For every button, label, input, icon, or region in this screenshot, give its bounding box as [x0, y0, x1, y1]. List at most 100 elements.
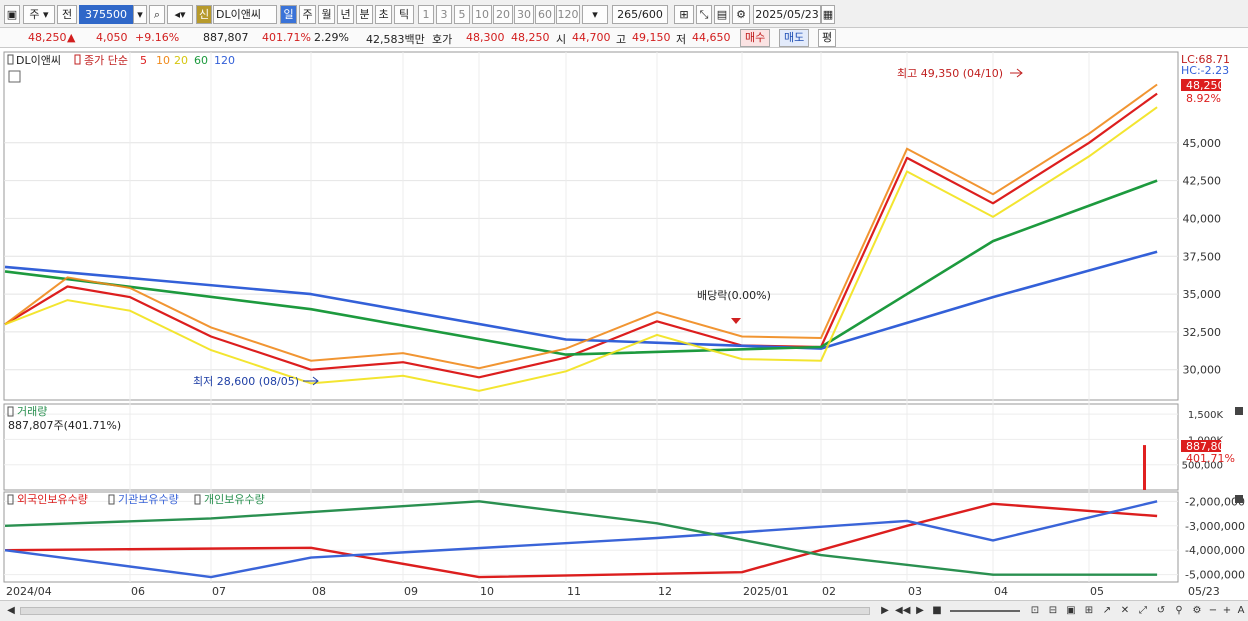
search-icon[interactable]: ⌕ — [149, 5, 165, 24]
tool5-icon[interactable]: ⚙ — [1190, 604, 1204, 618]
zoom-in-icon[interactable]: + — [1220, 604, 1234, 618]
sell-button[interactable]: 매도 — [779, 29, 810, 47]
x-tick-label: 04 — [994, 585, 1008, 598]
scope-button[interactable]: 전 — [57, 5, 77, 24]
period-week[interactable]: 주 — [299, 5, 316, 24]
tool4-icon[interactable]: ⚲ — [1172, 604, 1186, 618]
ma20-label: 20 — [174, 54, 188, 67]
calendar-icon[interactable]: ▦ — [821, 5, 835, 24]
rewind-icon[interactable]: ◀◀ — [895, 604, 910, 618]
save-icon[interactable]: ▤ — [714, 5, 730, 24]
horizontal-scrollbar[interactable]: ◀ ▶ ◀◀ ▶ ■ ⊡ ⊟ ▣ ⊞ ↗ ✕ ⤢ ↺ ⚲ ⚙ − + A — [0, 600, 1248, 621]
chart-area[interactable]: 30,000 32,500 35,000 37,500 40,000 42,500 45,0… — [0, 48, 1248, 600]
zoom-out-icon[interactable]: − — [1206, 604, 1220, 618]
x-tick-label: 11 — [567, 585, 581, 598]
zoom-slider[interactable] — [950, 610, 1020, 612]
code-dropdown-icon[interactable]: ▾ — [133, 5, 147, 24]
x-tick-label: 09 — [404, 585, 418, 598]
interval-3[interactable]: 3 — [436, 5, 452, 24]
volume-pct-text: 401.71% — [1186, 452, 1235, 465]
crosshair-icon[interactable]: ⤡ — [696, 5, 712, 24]
layout2-icon[interactable]: ⊟ — [1046, 604, 1060, 618]
period-second[interactable]: 초 — [375, 5, 392, 24]
volume-title: 거래량 — [17, 405, 47, 418]
volume-tick-label: 1,500K — [1188, 410, 1224, 421]
interval-30[interactable]: 30 — [514, 5, 534, 24]
period-tick[interactable]: 틱 — [394, 5, 414, 24]
tool3-icon[interactable]: ↺ — [1154, 604, 1168, 618]
change-percent: +9.16% — [135, 31, 180, 44]
stock-legend: DL이앤씨 — [16, 54, 61, 67]
interval-20[interactable]: 20 — [493, 5, 513, 24]
scroll-right-icon[interactable]: ▶ — [878, 604, 892, 618]
candle-icon[interactable]: ⊞ — [674, 5, 694, 24]
ma120-label: 120 — [214, 54, 235, 67]
gear-icon[interactable]: ⚙ — [732, 5, 750, 24]
price-tick-label: 45,000 — [1183, 137, 1222, 150]
layout4-icon[interactable]: ⊞ — [1082, 604, 1096, 618]
code-input[interactable]: 375500 — [79, 5, 133, 24]
count-value: 265 — [617, 8, 639, 21]
foreign-label: 외국인보유수량 — [17, 493, 88, 506]
sound-icon[interactable]: ◂▾ — [167, 5, 193, 24]
holdings-close-icon[interactable] — [1235, 495, 1243, 503]
x-tick-label: 2024/04 — [6, 585, 52, 598]
turnover-rate: 2.29% — [314, 31, 349, 44]
interval-120[interactable]: 120 — [556, 5, 580, 24]
period-month[interactable]: 월 — [318, 5, 335, 24]
draw-icon[interactable]: ↗ — [1100, 604, 1114, 618]
layout-icon[interactable]: ▣ — [4, 5, 20, 24]
market-label: 주 — [29, 8, 40, 21]
market-select[interactable]: 주 ▾ — [23, 5, 55, 24]
table-toggle-icon[interactable] — [8, 70, 21, 83]
cross-icon[interactable]: ✕ — [1118, 604, 1132, 618]
price-tick-label: 30,000 — [1183, 364, 1222, 377]
tool2-icon[interactable]: ⤢ — [1136, 604, 1150, 618]
x-tick-label: 06 — [131, 585, 145, 598]
volume-close-icon[interactable] — [1235, 407, 1243, 415]
date-input[interactable]: 2025/05/23 — [753, 5, 821, 24]
open-label: 시 — [556, 33, 567, 46]
ma5-label: 5 — [140, 54, 147, 67]
stop-icon[interactable]: ■ — [930, 604, 944, 618]
interval-10[interactable]: 10 — [472, 5, 492, 24]
price-tick-label: 42,500 — [1183, 175, 1222, 188]
x-tick-label: 07 — [212, 585, 226, 598]
quote-bar: 48,250 ▲ 4,050 +9.16% 887,807 401.71% 2.… — [0, 28, 1248, 48]
average-button[interactable]: 평 — [818, 29, 837, 47]
price-tag-text: 48,250 — [1186, 79, 1225, 92]
high-label: 고 — [616, 33, 627, 46]
dividend-annotation: 배당락(0.00%) — [697, 289, 771, 302]
period-year[interactable]: 년 — [337, 5, 354, 24]
volume-bar-last — [1143, 445, 1146, 490]
ma10-label: 10 — [156, 54, 170, 67]
interval-60[interactable]: 60 — [535, 5, 555, 24]
buy-button[interactable]: 매수 — [740, 29, 771, 47]
scroll-left-icon[interactable]: ◀ — [4, 604, 18, 618]
holdings-tick-label: -3,000,000 — [1185, 520, 1245, 533]
ask-price: 48,300 — [466, 31, 505, 44]
inst-label: 기관보유수량 — [118, 493, 179, 506]
scroll-track[interactable] — [20, 607, 870, 615]
interval-1[interactable]: 1 — [418, 5, 434, 24]
low-annotation: 최저 28,600 (08/05) — [193, 375, 299, 388]
ma60-label: 60 — [194, 54, 208, 67]
x-tick-label: 10 — [480, 585, 494, 598]
interval-5[interactable]: 5 — [454, 5, 470, 24]
x-tick-label: 03 — [908, 585, 922, 598]
count-field[interactable]: 265/600 — [612, 5, 668, 24]
volume-panel — [3, 403, 1179, 491]
layout3-icon[interactable]: ▣ — [1064, 604, 1078, 618]
stock-name[interactable]: DL이앤씨 — [213, 5, 277, 24]
price-change: 4,050 — [96, 31, 128, 44]
period-day[interactable]: 일 — [280, 5, 297, 24]
frame-icon[interactable]: ⊡ — [1028, 604, 1042, 618]
holdings-tick-label: -5,000,000 — [1185, 569, 1245, 582]
high-price: 49,150 — [632, 31, 671, 44]
interval-dropdown-icon[interactable]: ▾ — [582, 5, 608, 24]
play-icon[interactable]: ▶ — [913, 604, 927, 618]
low-price: 44,650 — [692, 31, 731, 44]
auto-scale-icon[interactable]: A — [1234, 604, 1248, 618]
period-minute[interactable]: 분 — [356, 5, 373, 24]
x-tick-label: 12 — [658, 585, 672, 598]
